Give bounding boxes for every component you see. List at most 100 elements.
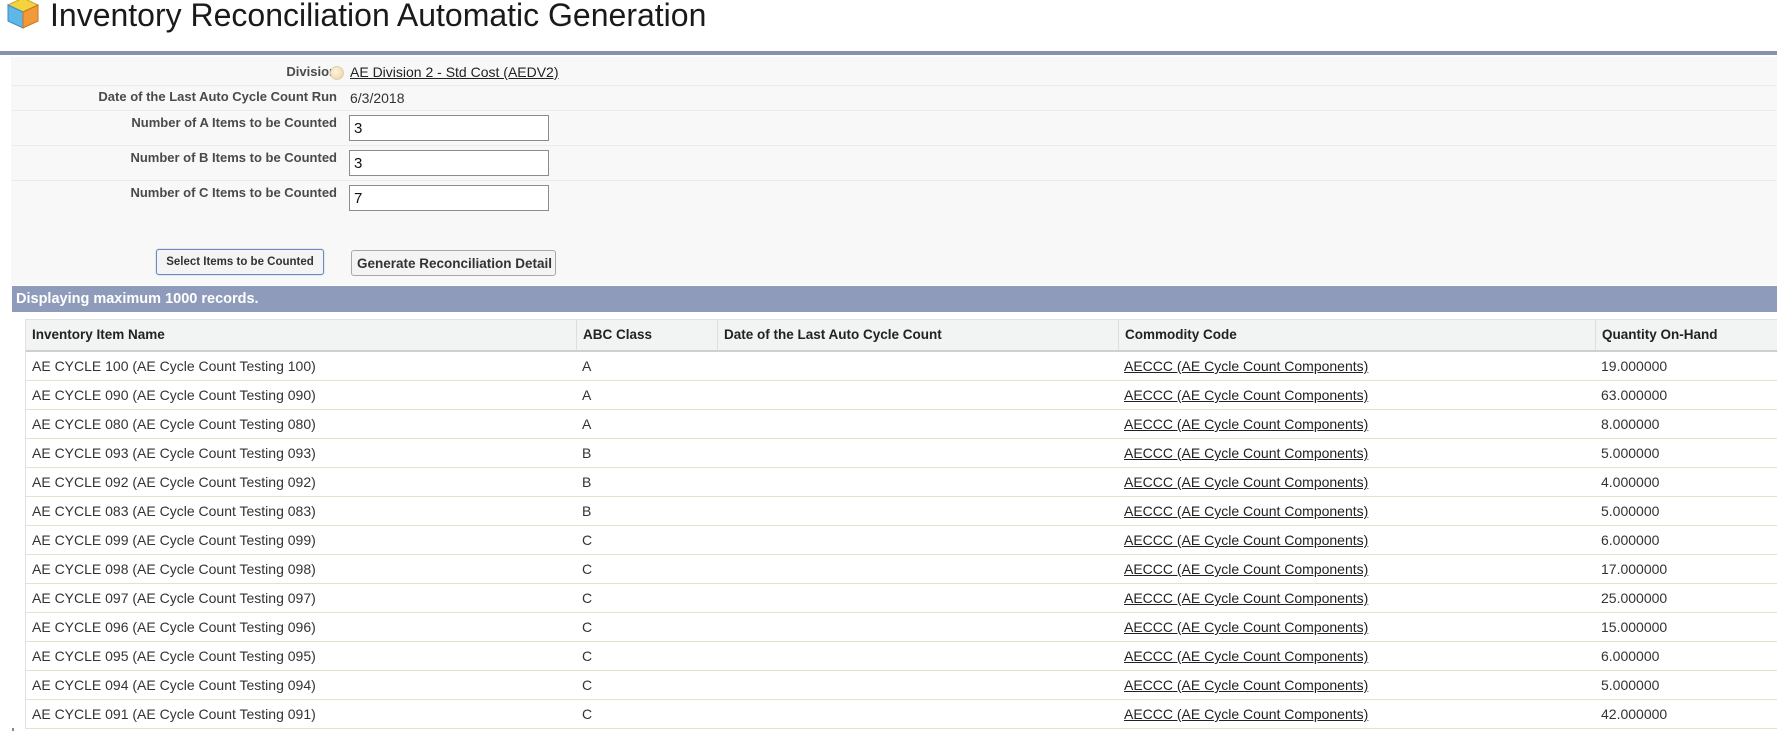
- table-row: AE CYCLE 091 (AE Cycle Count Testing 091…: [26, 700, 1777, 729]
- commodity-code-cell: AECCC (AE Cycle Count Components): [1118, 671, 1595, 699]
- last-count-date-cell: [717, 497, 1118, 525]
- table-header: Inventory Item Name ABC Class Date of th…: [26, 319, 1777, 352]
- c-items-label: Number of C Items to be Counted: [130, 185, 337, 200]
- c-items-input[interactable]: [349, 185, 549, 211]
- commodity-code-link[interactable]: AECCC (AE Cycle Count Components): [1124, 503, 1368, 519]
- last-run-value: 6/3/2018: [350, 90, 405, 106]
- b-items-label: Number of B Items to be Counted: [130, 150, 337, 165]
- commodity-code-link[interactable]: AECCC (AE Cycle Count Components): [1124, 648, 1368, 664]
- last-count-date-cell: [717, 700, 1118, 728]
- item-name-cell: AE CYCLE 097 (AE Cycle Count Testing 097…: [32, 590, 316, 606]
- a-items-row: Number of A Items to be Counted: [11, 110, 1777, 146]
- last-count-date-cell: [717, 410, 1118, 438]
- commodity-code-cell: AECCC (AE Cycle Count Components): [1118, 555, 1595, 583]
- records-info-bar: Displaying maximum 1000 records.: [12, 286, 1777, 312]
- a-items-label: Number of A Items to be Counted: [131, 115, 337, 130]
- table-row: AE CYCLE 093 (AE Cycle Count Testing 093…: [26, 439, 1777, 468]
- last-count-date-cell: [717, 671, 1118, 699]
- column-header-commodity-code[interactable]: Commodity Code: [1118, 320, 1595, 350]
- last-count-date-cell: [717, 642, 1118, 670]
- quantity-cell: 17.000000: [1601, 561, 1668, 577]
- b-items-input[interactable]: [349, 150, 549, 176]
- items-table: Inventory Item Name ABC Class Date of th…: [25, 319, 1777, 729]
- last-run-label: Date of the Last Auto Cycle Count Run: [98, 89, 337, 104]
- quantity-cell: 4.000000: [1601, 474, 1660, 490]
- commodity-code-link[interactable]: AECCC (AE Cycle Count Components): [1124, 416, 1368, 432]
- table-row: AE CYCLE 098 (AE Cycle Count Testing 098…: [26, 555, 1777, 584]
- page-header: Inventory Reconciliation Automatic Gener…: [0, 0, 1777, 52]
- commodity-code-link[interactable]: AECCC (AE Cycle Count Components): [1124, 387, 1368, 403]
- item-name-cell: AE CYCLE 098 (AE Cycle Count Testing 098…: [32, 561, 316, 577]
- abc-class-cell: C: [582, 590, 593, 606]
- last-count-date-cell: [717, 555, 1118, 583]
- item-name-cell: AE CYCLE 099 (AE Cycle Count Testing 099…: [32, 532, 316, 548]
- commodity-code-cell: AECCC (AE Cycle Count Components): [1118, 526, 1595, 554]
- last-count-date-cell: [717, 381, 1118, 409]
- column-header-item-name[interactable]: Inventory Item Name: [26, 320, 576, 350]
- abc-class-cell: C: [582, 677, 593, 693]
- commodity-code-link[interactable]: AECCC (AE Cycle Count Components): [1124, 677, 1368, 693]
- item-name-cell: AE CYCLE 096 (AE Cycle Count Testing 096…: [32, 619, 316, 635]
- c-items-row: Number of C Items to be Counted: [11, 180, 1777, 215]
- commodity-code-link[interactable]: AECCC (AE Cycle Count Components): [1124, 532, 1368, 548]
- commodity-code-link[interactable]: AECCC (AE Cycle Count Components): [1124, 561, 1368, 577]
- inventory-cube-icon: [3, 0, 43, 37]
- abc-class-cell: B: [582, 445, 592, 461]
- column-header-quantity[interactable]: Quantity On-Hand: [1595, 320, 1777, 350]
- last-count-date-cell: [717, 439, 1118, 467]
- quantity-cell: 6.000000: [1601, 648, 1660, 664]
- table-row: AE CYCLE 095 (AE Cycle Count Testing 095…: [26, 642, 1777, 671]
- quantity-cell: 5.000000: [1601, 503, 1660, 519]
- item-name-cell: AE CYCLE 080 (AE Cycle Count Testing 080…: [32, 416, 316, 432]
- abc-class-cell: B: [582, 474, 592, 490]
- commodity-code-cell: AECCC (AE Cycle Count Components): [1118, 381, 1595, 409]
- table-row: AE CYCLE 080 (AE Cycle Count Testing 080…: [26, 410, 1777, 439]
- commodity-code-link[interactable]: AECCC (AE Cycle Count Components): [1124, 619, 1368, 635]
- generate-detail-button[interactable]: Generate Reconciliation Detail: [351, 250, 556, 276]
- abc-class-cell: A: [582, 358, 592, 374]
- abc-class-cell: A: [582, 416, 592, 432]
- commodity-code-cell: AECCC (AE Cycle Count Components): [1118, 468, 1595, 496]
- quantity-cell: 6.000000: [1601, 532, 1660, 548]
- commodity-code-link[interactable]: AECCC (AE Cycle Count Components): [1124, 445, 1368, 461]
- column-header-last-count-date[interactable]: Date of the Last Auto Cycle Count: [717, 320, 1118, 350]
- commodity-code-link[interactable]: AECCC (AE Cycle Count Components): [1124, 590, 1368, 606]
- table-row: AE CYCLE 083 (AE Cycle Count Testing 083…: [26, 497, 1777, 526]
- quantity-cell: 25.000000: [1601, 590, 1668, 606]
- last-run-row: Date of the Last Auto Cycle Count Run 6/…: [11, 85, 1777, 111]
- abc-class-cell: A: [582, 387, 592, 403]
- table-row: AE CYCLE 092 (AE Cycle Count Testing 092…: [26, 468, 1777, 497]
- commodity-code-cell: AECCC (AE Cycle Count Components): [1118, 352, 1595, 380]
- commodity-code-link[interactable]: AECCC (AE Cycle Count Components): [1124, 358, 1368, 374]
- last-count-date-cell: [717, 526, 1118, 554]
- abc-class-cell: C: [582, 561, 593, 577]
- page-title: Inventory Reconciliation Automatic Gener…: [50, 0, 707, 33]
- quantity-cell: 8.000000: [1601, 416, 1660, 432]
- commodity-code-cell: AECCC (AE Cycle Count Components): [1118, 410, 1595, 438]
- abc-class-cell: C: [582, 648, 593, 664]
- quantity-cell: 63.000000: [1601, 387, 1668, 403]
- last-count-date-cell: [717, 613, 1118, 641]
- item-name-cell: AE CYCLE 083 (AE Cycle Count Testing 083…: [32, 503, 316, 519]
- division-row: Division AE Division 2 - Std Cost (AEDV2…: [11, 57, 1777, 86]
- last-count-date-cell: [717, 584, 1118, 612]
- commodity-code-link[interactable]: AECCC (AE Cycle Count Components): [1124, 706, 1368, 722]
- commodity-code-link[interactable]: AECCC (AE Cycle Count Components): [1124, 474, 1368, 490]
- abc-class-cell: C: [582, 619, 593, 635]
- commodity-code-cell: AECCC (AE Cycle Count Components): [1118, 642, 1595, 670]
- table-row: AE CYCLE 099 (AE Cycle Count Testing 099…: [26, 526, 1777, 555]
- item-name-cell: AE CYCLE 092 (AE Cycle Count Testing 092…: [32, 474, 316, 490]
- table-row: AE CYCLE 096 (AE Cycle Count Testing 096…: [26, 613, 1777, 642]
- commodity-code-cell: AECCC (AE Cycle Count Components): [1118, 584, 1595, 612]
- item-name-cell: AE CYCLE 095 (AE Cycle Count Testing 095…: [32, 648, 316, 664]
- select-items-button[interactable]: Select Items to be Counted: [156, 249, 324, 275]
- a-items-input[interactable]: [349, 115, 549, 141]
- commodity-code-cell: AECCC (AE Cycle Count Components): [1118, 700, 1595, 728]
- table-row: AE CYCLE 100 (AE Cycle Count Testing 100…: [26, 352, 1777, 381]
- abc-class-cell: C: [582, 706, 593, 722]
- column-header-abc-class[interactable]: ABC Class: [576, 320, 717, 350]
- table-row: AE CYCLE 090 (AE Cycle Count Testing 090…: [26, 381, 1777, 410]
- division-link[interactable]: AE Division 2 - Std Cost (AEDV2): [350, 64, 559, 80]
- quantity-cell: 5.000000: [1601, 677, 1660, 693]
- table-body: AE CYCLE 100 (AE Cycle Count Testing 100…: [26, 352, 1777, 729]
